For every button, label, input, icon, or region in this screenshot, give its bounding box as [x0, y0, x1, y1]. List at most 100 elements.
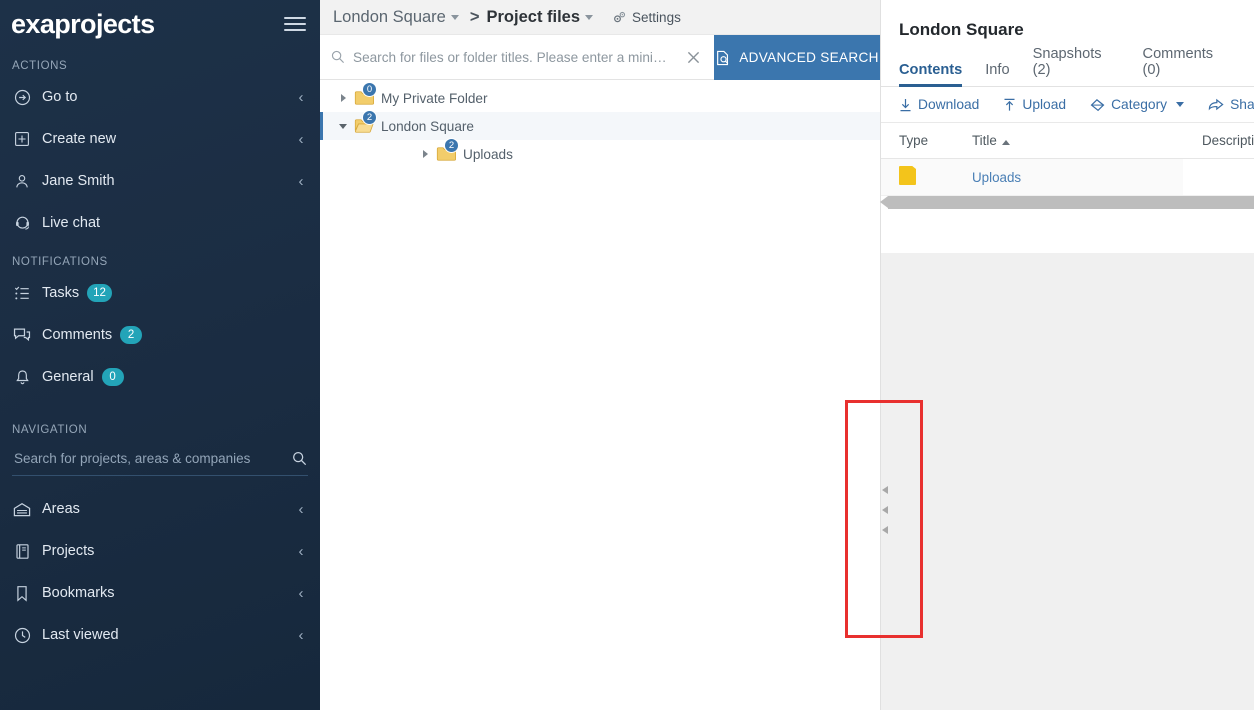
- sidebar-item-label: Last viewed: [42, 627, 119, 643]
- file-title-link[interactable]: Uploads: [972, 170, 1021, 185]
- tree-node-badge: 2: [444, 138, 459, 153]
- breadcrumb-separator: >: [469, 7, 480, 26]
- search-icon[interactable]: [290, 451, 308, 466]
- expand-collapse-toggle[interactable]: [332, 94, 354, 102]
- tab-contents[interactable]: Contents: [899, 62, 972, 87]
- share-label: Share: [1230, 97, 1254, 112]
- chevron-down-icon[interactable]: [585, 14, 594, 20]
- column-header-description[interactable]: Description: [1183, 123, 1254, 159]
- hamburger-icon[interactable]: [284, 17, 306, 31]
- app-root: exaprojects ACTIONS Go to ‹ Create new ‹…: [0, 0, 1254, 710]
- sidebar-item-live-chat[interactable]: Live chat: [0, 202, 320, 244]
- sidebar-item-general[interactable]: General 0: [0, 356, 320, 398]
- sidebar-item-comments[interactable]: Comments 2: [0, 314, 320, 356]
- bell-icon: [12, 367, 32, 387]
- tree-node-label: My Private Folder: [381, 90, 488, 106]
- sidebar-section-navigation: NAVIGATION: [12, 424, 88, 436]
- triangle-left-icon: [882, 526, 888, 534]
- triangle-left-icon: [882, 486, 888, 494]
- sidebar-item-bookmarks[interactable]: Bookmarks ‹: [0, 572, 320, 614]
- document-search-icon: [715, 50, 731, 66]
- general-badge: 0: [101, 368, 124, 386]
- tree-node-london-square[interactable]: 2 London Square: [320, 110, 880, 140]
- column-header-type[interactable]: Type: [880, 123, 953, 159]
- tasks-badge: 12: [87, 284, 112, 302]
- download-button[interactable]: Download: [899, 97, 979, 112]
- horizontal-scrollbar[interactable]: [880, 196, 1254, 209]
- chevron-left-icon: ‹: [298, 172, 304, 190]
- category-button[interactable]: Category: [1090, 97, 1185, 112]
- files-table: Type Title Description Uploads: [880, 123, 1254, 196]
- plus-square-icon: [12, 129, 32, 149]
- settings-button[interactable]: Settings: [612, 10, 681, 25]
- expand-collapse-toggle[interactable]: [414, 150, 436, 158]
- download-label: Download: [918, 97, 980, 112]
- column-header-title[interactable]: Title: [953, 123, 1183, 159]
- comments-badge: 2: [120, 326, 143, 344]
- cell-title: Uploads: [953, 158, 1183, 196]
- table-row[interactable]: Uploads: [880, 158, 1254, 196]
- panel-collapse-handle[interactable]: [882, 486, 888, 534]
- breadcrumb-page[interactable]: Project files: [487, 8, 581, 27]
- cell-type: [880, 158, 953, 196]
- nav-search-input[interactable]: [12, 450, 290, 467]
- sidebar-item-user[interactable]: Jane Smith ‹: [0, 160, 320, 202]
- details-card: London Square Contents Info Snapshots (2…: [880, 0, 1254, 253]
- tree-node-uploads[interactable]: 2 Uploads: [320, 138, 880, 168]
- panel-splitter[interactable]: [880, 0, 881, 710]
- share-icon: [1208, 98, 1224, 111]
- sidebar-item-label: General: [42, 369, 94, 385]
- file-tree-panel: London Square > Project files Settings S…: [320, 0, 880, 710]
- user-icon: [12, 171, 32, 191]
- tab-info[interactable]: Info: [985, 62, 1019, 86]
- search-box[interactable]: [320, 35, 672, 80]
- sidebar-item-label: Bookmarks: [42, 585, 115, 601]
- sidebar-item-last-viewed[interactable]: Last viewed ‹: [0, 614, 320, 656]
- breadcrumb-project[interactable]: London Square: [333, 8, 446, 27]
- upload-button[interactable]: Upload: [1003, 97, 1066, 112]
- breadcrumb: London Square > Project files Settings: [320, 0, 880, 35]
- tree-node-my-private-folder[interactable]: 0 My Private Folder: [320, 82, 880, 112]
- triangle-left-icon: [882, 506, 888, 514]
- tree-node-badge: 2: [362, 110, 377, 125]
- chevron-left-icon: ‹: [298, 88, 304, 106]
- share-button[interactable]: Share: [1208, 97, 1254, 112]
- sidebar-header: exaprojects: [0, 0, 320, 48]
- sidebar-item-go-to[interactable]: Go to ‹: [0, 76, 320, 118]
- clear-search-button[interactable]: [672, 35, 714, 80]
- sidebar-item-label: Tasks: [42, 285, 80, 301]
- sidebar-item-create-new[interactable]: Create new ‹: [0, 118, 320, 160]
- chevron-down-icon: [1176, 102, 1185, 107]
- sidebar-item-areas[interactable]: Areas ‹: [0, 488, 320, 530]
- sidebar: exaprojects ACTIONS Go to ‹ Create new ‹…: [0, 0, 320, 710]
- sidebar-section-actions: ACTIONS: [12, 60, 68, 72]
- sidebar-item-label: Create new: [42, 131, 117, 147]
- expand-collapse-toggle[interactable]: [332, 123, 354, 129]
- tree-node-label: Uploads: [463, 146, 513, 162]
- folder-closed-icon: 0: [354, 82, 377, 106]
- advanced-search-label: ADVANCED SEARCH: [739, 50, 879, 65]
- search-input[interactable]: [351, 48, 672, 66]
- details-toolbar: Download Upload Category Sha: [880, 87, 1254, 123]
- tag-icon: [1090, 98, 1105, 112]
- folder-open-icon: 2: [354, 110, 377, 134]
- details-title: London Square: [899, 20, 1024, 39]
- details-tabs: Contents Info Snapshots (2) Comments (0): [880, 46, 1254, 87]
- search-icon: [331, 50, 345, 64]
- sidebar-item-projects[interactable]: Projects ‹: [0, 530, 320, 572]
- chevron-left-icon: ‹: [298, 500, 304, 518]
- sidebar-item-label: Jane Smith: [42, 173, 115, 189]
- sidebar-item-label: Live chat: [42, 215, 101, 231]
- arrow-circle-right-icon: [12, 87, 32, 107]
- comments-icon: [12, 325, 32, 345]
- tab-comments[interactable]: Comments (0): [1143, 46, 1241, 86]
- category-label: Category: [1111, 97, 1168, 112]
- sidebar-item-label: Go to: [42, 89, 78, 105]
- tab-snapshots[interactable]: Snapshots (2): [1033, 46, 1130, 86]
- nav-search[interactable]: [12, 442, 308, 476]
- chevron-down-icon[interactable]: [450, 14, 459, 20]
- chevron-left-icon: ‹: [298, 130, 304, 148]
- advanced-search-button[interactable]: ADVANCED SEARCH: [714, 35, 880, 80]
- details-panel: London Square Contents Info Snapshots (2…: [880, 0, 1254, 710]
- sidebar-item-tasks[interactable]: Tasks 12: [0, 272, 320, 314]
